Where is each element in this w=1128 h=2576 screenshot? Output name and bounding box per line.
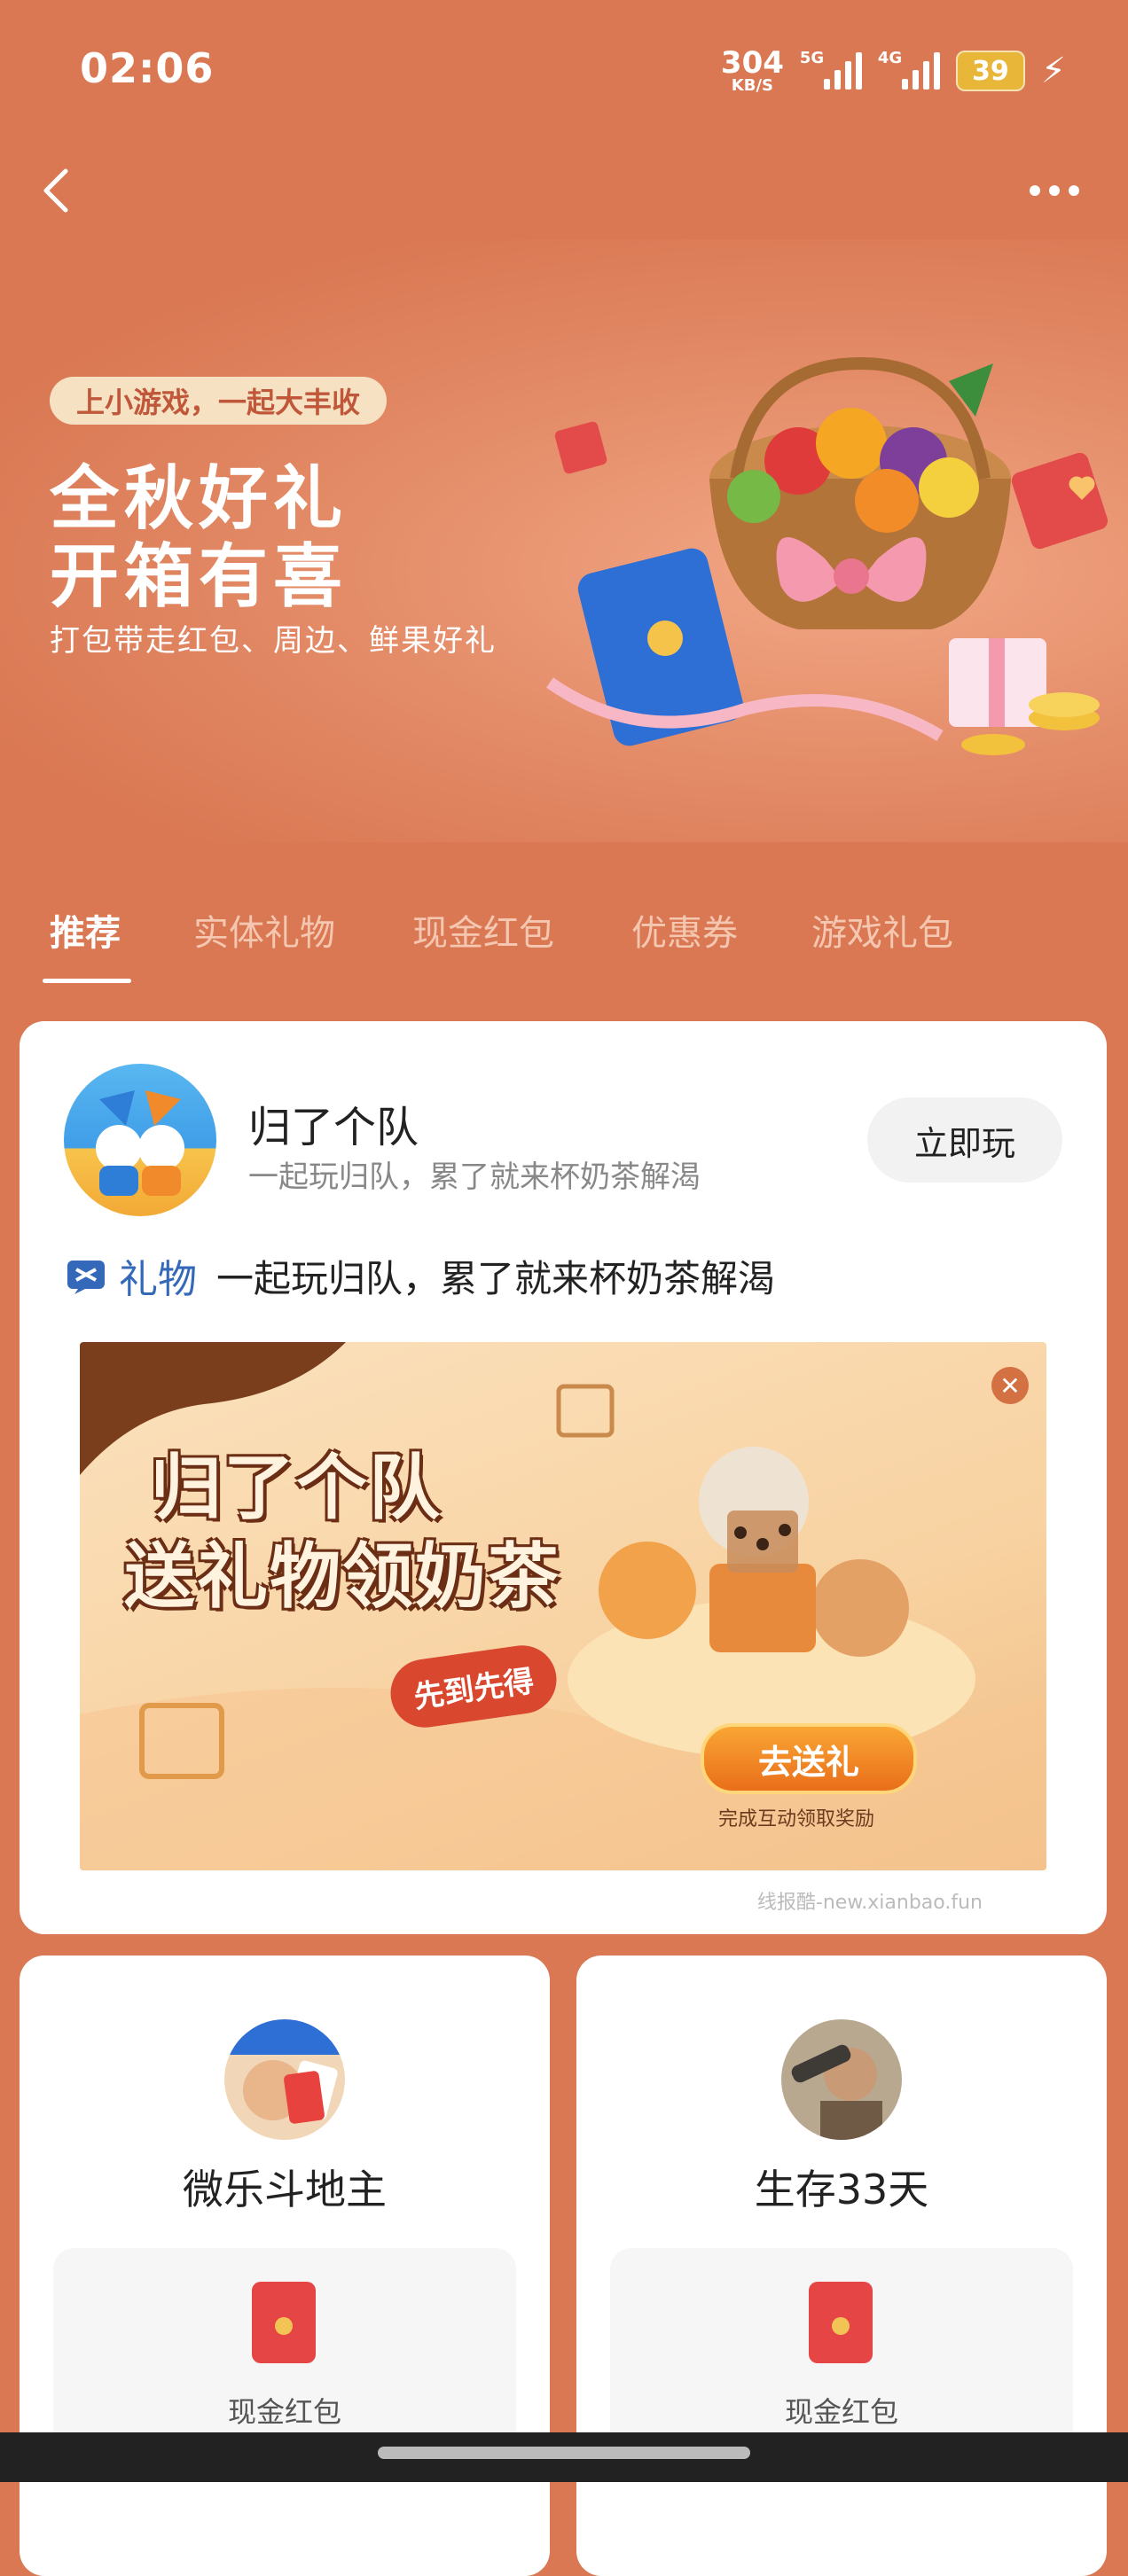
banner-title-line2: 开箱有喜	[50, 537, 349, 617]
game-description: 一起玩归队，累了就来杯奶茶解渴	[248, 1159, 701, 1195]
promo-title-line2: 送礼物领奶茶	[124, 1535, 560, 1618]
tab-active-indicator	[43, 979, 131, 983]
tab-game-packs[interactable]: 游戏礼包	[811, 904, 953, 956]
more-options-icon[interactable]	[1023, 173, 1085, 208]
gift-icon	[67, 1261, 105, 1294]
game-icon-guileguidui[interactable]	[64, 1064, 216, 1216]
play-now-button[interactable]: 立即玩	[867, 1097, 1062, 1183]
signal-5g-label: 5G	[799, 49, 825, 67]
game-name: 归了个队	[248, 1103, 419, 1152]
gift-tag: 礼物	[119, 1257, 197, 1302]
game-title: 生存33天	[754, 2166, 929, 2213]
reward-label: 现金红包	[227, 2395, 341, 2429]
gift-row: 礼物 一起玩归队，累了就来杯奶茶解渴	[66, 1247, 775, 1304]
network-speed-value: 304	[720, 45, 784, 81]
signal-4g-icon: 4G	[878, 49, 940, 93]
status-icons: 304 KB/S 5G 4G 39 ⚡	[721, 44, 1066, 98]
game-avatar-shengcun	[781, 2019, 902, 2140]
game-card-shengcun33tian[interactable]: 生存33天 现金红包	[576, 1955, 1107, 2576]
tab-physical-gifts[interactable]: 实体礼物	[193, 904, 335, 956]
game-title: 微乐斗地主	[183, 2166, 387, 2213]
featured-game-card: 归了个队 一起玩归队，累了就来杯奶茶解渴 立即玩 礼物 一起玩归队，累了就来杯奶…	[20, 1021, 1107, 1934]
promo-title-line1: 归了个队	[151, 1447, 442, 1529]
gift-text: 一起玩归队，累了就来杯奶茶解渴	[216, 1256, 776, 1300]
hero-banner: 上小游戏，一起大丰收 全秋好礼 开箱有喜 打包带走红包、周边、鲜果好礼	[0, 239, 1128, 842]
status-bar: 02:06 304 KB/S 5G 4G 39 ⚡	[0, 0, 1128, 142]
signal-4g-label: 4G	[877, 49, 903, 67]
watermark: 线报酷-new.xianbao.fun	[756, 1892, 983, 1914]
banner-subtitle: 打包带走红包、周边、鲜果好礼	[50, 623, 497, 659]
game-avatar-doudizhu	[224, 2019, 345, 2140]
tab-cash-red-packet[interactable]: 现金红包	[412, 904, 554, 956]
category-tabs: 推荐 实体礼物 现金红包 优惠券 游戏礼包	[0, 886, 1128, 984]
charging-icon: ⚡	[1040, 51, 1066, 91]
promo-close-icon[interactable]: ✕	[991, 1367, 1029, 1404]
red-packet-icon	[809, 2282, 873, 2363]
promo-banner[interactable]: ✕ 归了个队 送礼物领奶茶 先到先得 去送礼 完成互动领取奖励	[80, 1342, 1046, 1870]
back-icon[interactable]	[35, 164, 80, 217]
promo-note: 完成互动领取奖励	[718, 1808, 875, 1831]
game-card-doudizhu[interactable]: 微乐斗地主 现金红包	[20, 1955, 550, 2576]
tab-recommend[interactable]: 推荐	[50, 904, 121, 956]
fruit-basket-illustration	[545, 356, 1108, 755]
banner-pill: 上小游戏，一起大丰收	[50, 377, 388, 425]
network-speed-unit: KB/S	[731, 76, 774, 95]
status-time: 02:06	[80, 44, 215, 92]
home-indicator[interactable]	[378, 2447, 750, 2459]
promo-send-gift-button[interactable]: 去送礼	[701, 1723, 917, 1794]
battery-icon: 39	[955, 51, 1025, 91]
reward-label: 现金红包	[784, 2395, 898, 2429]
network-speed: 304 KB/S	[721, 48, 784, 94]
red-packet-icon	[252, 2282, 316, 2363]
signal-5g-icon: 5G	[800, 49, 862, 93]
tab-coupons[interactable]: 优惠券	[631, 904, 738, 956]
